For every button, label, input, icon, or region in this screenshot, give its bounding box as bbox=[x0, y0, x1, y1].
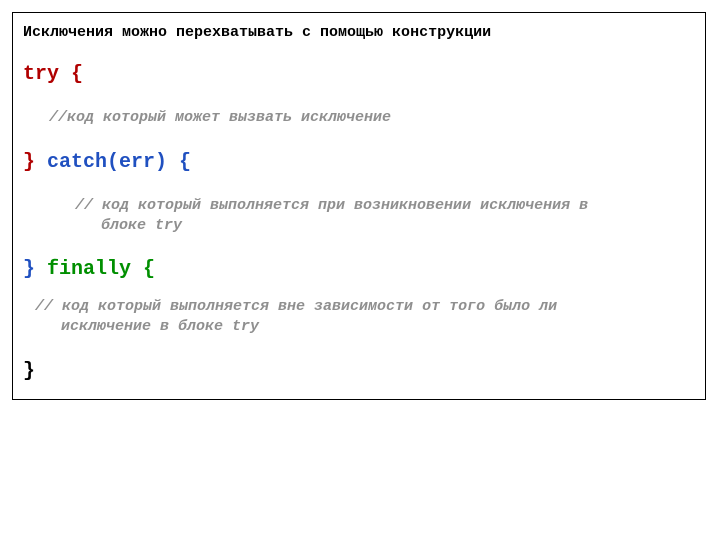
catch-keyword: catch(err) { bbox=[35, 151, 191, 174]
catch-comment-line2: блоке try bbox=[75, 216, 675, 236]
finally-comment: // код который выполняется вне зависимос… bbox=[23, 297, 635, 338]
finally-line: } finally { bbox=[23, 256, 695, 283]
try-comment: //код который может вызвать исключение bbox=[23, 108, 695, 128]
try-keyword: try { bbox=[23, 61, 695, 88]
finally-comment-line2: исключение в блоке try bbox=[35, 317, 635, 337]
final-close-brace: } bbox=[23, 358, 695, 385]
finally-keyword: finally { bbox=[35, 258, 155, 281]
catch-line: } catch(err) { bbox=[23, 149, 695, 176]
catch-comment-line1: // код который выполняется при возникнов… bbox=[75, 197, 588, 214]
code-block: Исключения можно перехватывать с помощью… bbox=[12, 12, 706, 400]
catch-comment: // код который выполняется при возникнов… bbox=[23, 196, 675, 237]
catch-close-brace: } bbox=[23, 151, 35, 174]
finally-comment-line1: // код который выполняется вне зависимос… bbox=[35, 298, 557, 315]
finally-close-brace: } bbox=[23, 258, 35, 281]
intro-text: Исключения можно перехватывать с помощью… bbox=[23, 23, 695, 43]
